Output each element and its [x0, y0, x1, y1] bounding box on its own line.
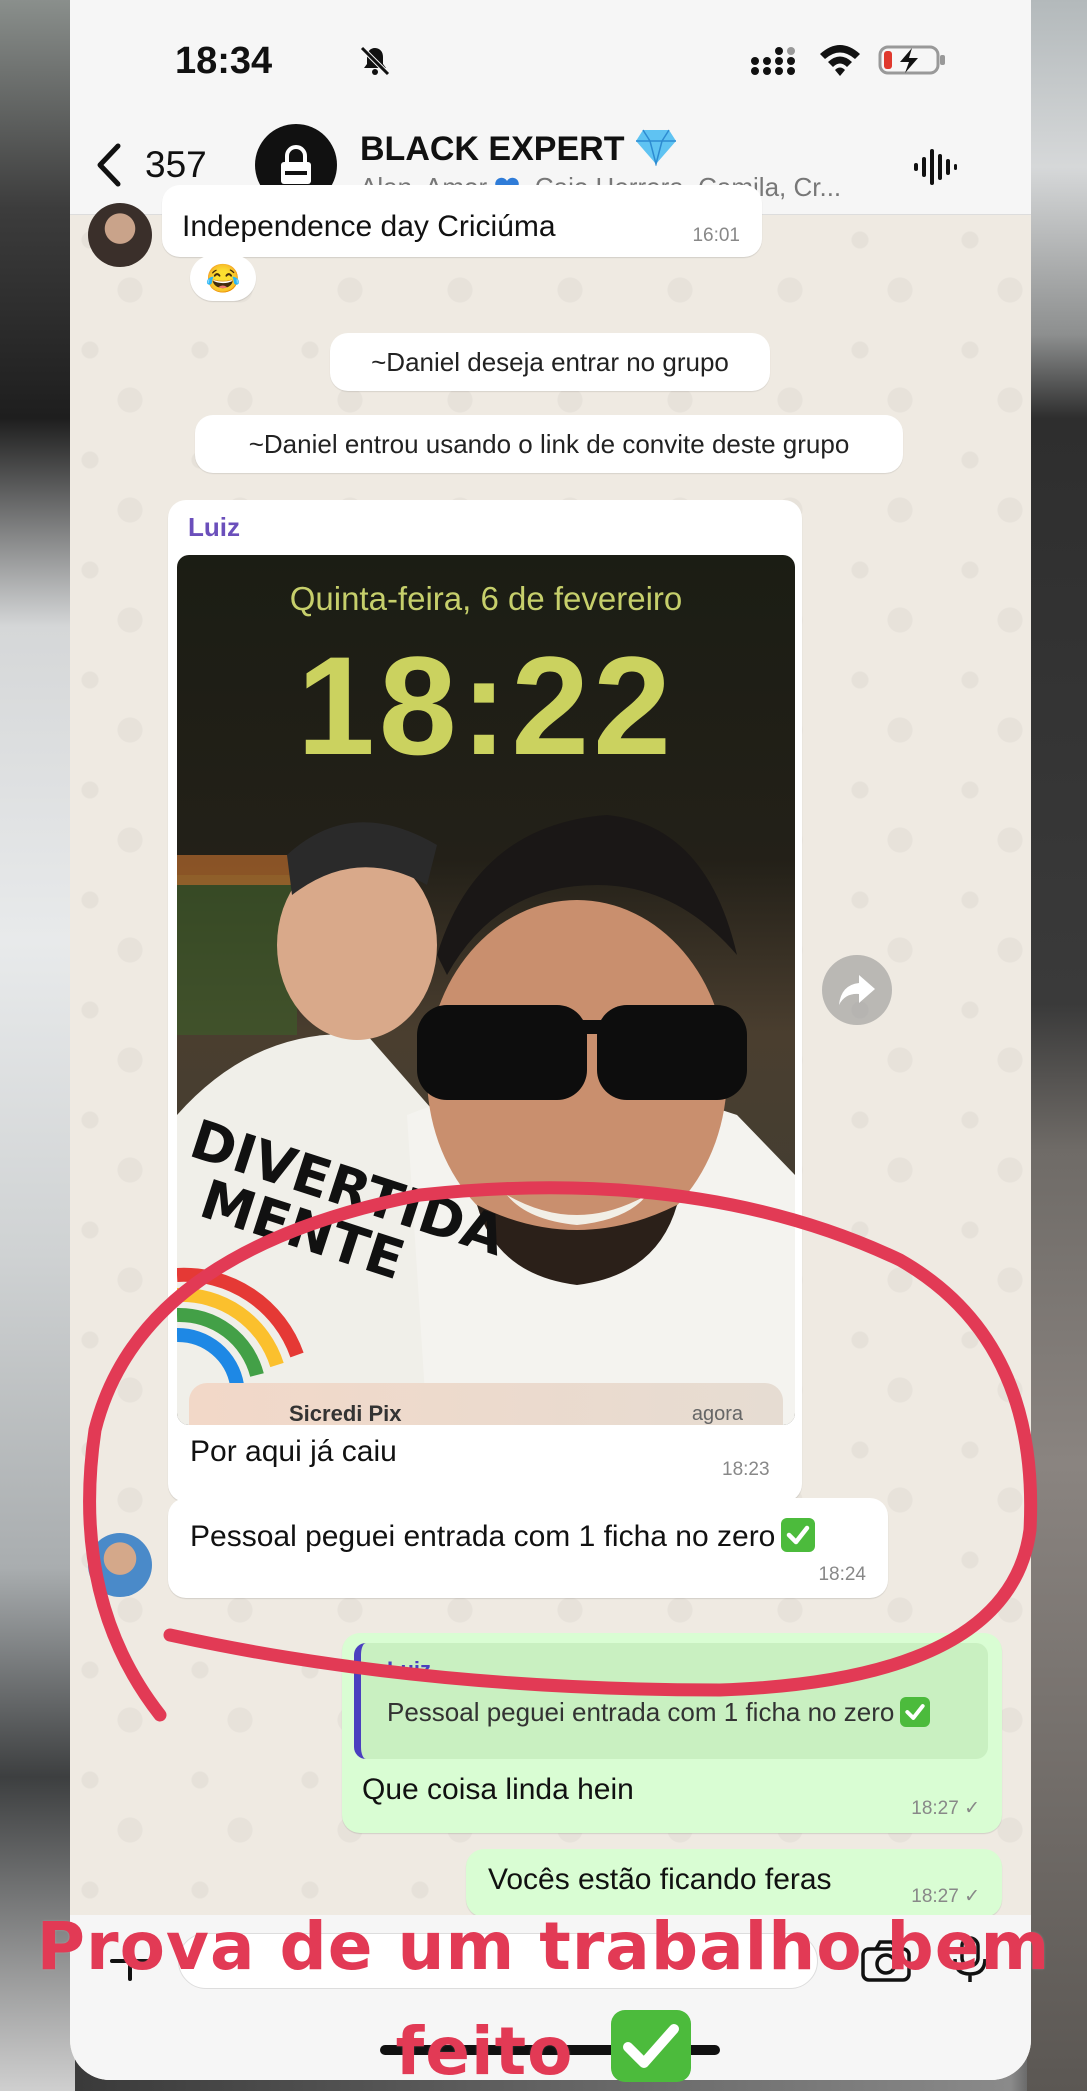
status-bar: 18:34 [70, 0, 1031, 120]
voice-chat-icon[interactable] [912, 144, 958, 190]
system-message: ~Daniel entrou usando o link de convite … [195, 415, 903, 473]
cellular-signal-icon [751, 47, 795, 75]
sender-name[interactable]: Luiz [188, 512, 240, 543]
sender-avatar[interactable] [88, 1533, 152, 1597]
photo-caption: Por aqui já caiu [190, 1435, 397, 1468]
message-time: 18:23 [722, 1459, 770, 1480]
battery-charging-icon [878, 45, 945, 75]
message-bubble[interactable]: Independence day Criciúma 16:01 [162, 185, 762, 257]
message-time: 16:01 [692, 225, 740, 246]
green-check-icon [781, 1518, 816, 1552]
back-chevron-icon[interactable] [94, 142, 124, 188]
bell-muted-icon [360, 46, 390, 76]
outgoing-message-bubble[interactable]: Vocês estão ficando feras 18:27 ✓ [466, 1849, 1002, 1917]
selfie-photo: DIVERTIDA MENTE [177, 815, 795, 1425]
chat-area: Independence day Criciúma 16:01 😂 ~Danie… [70, 185, 1031, 1917]
notification-time: agora [691, 1403, 743, 1425]
notification-app: Sicredi Pix [289, 1401, 402, 1425]
group-title[interactable]: BLACK EXPERT [360, 130, 624, 169]
unread-count[interactable]: 357 [145, 144, 207, 186]
story-caption-line1: Prova de um trabalho bem [36, 1908, 1051, 1985]
lock-icon [281, 145, 311, 184]
shared-photo[interactable]: Quinta-feira, 6 de fevereiro 18:22 DIVER… [177, 555, 795, 1425]
system-message: ~Daniel deseja entrar no grupo [330, 333, 770, 391]
message-text: Vocês estão ficando feras [488, 1863, 832, 1896]
message-time: 18:24 [818, 1564, 866, 1585]
phone-screen: 18:34 357 BLACK EXPERT Cr... Independenc… [70, 0, 1031, 2080]
status-time: 18:34 [175, 40, 273, 82]
message-time: 18:27 ✓ [911, 1798, 980, 1819]
diamond-icon [636, 129, 676, 166]
background-right [1027, 0, 1087, 2091]
green-check-icon [900, 1697, 931, 1727]
forward-button[interactable] [822, 955, 892, 1025]
message-bubble[interactable]: Pessoal peguei entrada com 1 ficha no ze… [168, 1498, 888, 1598]
message-text: Pessoal peguei entrada com 1 ficha no ze… [190, 1518, 816, 1554]
outgoing-reply-bubble[interactable]: Luiz Pessoal peguei entrada com 1 ficha … [342, 1633, 1002, 1833]
reaction-emoji: 😂 [205, 262, 241, 294]
quoted-text: Pessoal peguei entrada com 1 ficha no ze… [387, 1697, 931, 1728]
green-check-icon [611, 2010, 692, 2082]
quoted-message[interactable]: Luiz Pessoal peguei entrada com 1 ficha … [354, 1643, 988, 1759]
sender-avatar[interactable] [88, 203, 152, 267]
story-caption-line2: feito [0, 2010, 1087, 2090]
message-text: Independence day Criciúma [182, 210, 556, 243]
notification-banner: Sicredi Pix agora [189, 1383, 783, 1425]
message-text: Que coisa linda hein [362, 1773, 634, 1806]
message-time: 18:27 ✓ [911, 1886, 980, 1907]
wifi-icon [820, 45, 860, 76]
forward-arrow-icon [839, 975, 875, 1005]
background-left [0, 0, 75, 2091]
quoted-sender: Luiz [387, 1657, 431, 1682]
reaction-badge[interactable]: 😂 [190, 255, 256, 301]
